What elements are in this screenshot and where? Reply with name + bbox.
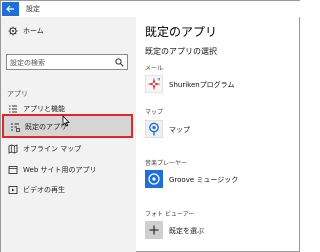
choose-default-photo-viewer-button[interactable]: 既定を選ぶ — [145, 221, 295, 239]
back-arrow-icon — [6, 5, 14, 13]
window-title: 設定 — [26, 5, 40, 13]
settings-window: 設定 ホーム アプリ アプリと機能 — [0, 0, 301, 252]
sidebar: ホーム アプリ アプリと機能 既定のアプリ — [1, 17, 136, 252]
web-app-icon — [8, 166, 18, 174]
list-icon — [9, 105, 17, 113]
app-name: Groove ミュージック — [169, 176, 239, 184]
section-label-apps: アプリ — [7, 90, 28, 98]
search-icon — [115, 58, 124, 67]
search-input[interactable] — [10, 57, 110, 68]
category-label-maps: マップ — [145, 109, 164, 116]
mouse-pointer-icon — [62, 115, 70, 127]
category-label-photo-viewer: フォト ビューアー — [145, 211, 195, 218]
back-button[interactable] — [2, 2, 19, 16]
plus-icon — [145, 221, 163, 239]
sidebar-item-apps-for-websites[interactable]: Web サイト用のアプリ — [5, 162, 133, 176]
default-maps-app-button[interactable]: マップ — [145, 120, 295, 138]
sidebar-item-label: Web サイト用のアプリ — [23, 166, 97, 174]
sidebar-item-label: ビデオの再生 — [23, 186, 65, 194]
app-name: Shurikenプログラム — [169, 81, 235, 89]
maps-app-icon — [145, 120, 163, 138]
default-music-app-button[interactable]: Groove ミュージック — [145, 170, 295, 188]
sidebar-item-offline-maps[interactable]: オフライン マップ — [5, 141, 133, 155]
main-content: 既定のアプリ 既定のアプリの選択 メール Shurikenプログラム マップ マ… — [136, 17, 300, 252]
sidebar-item-apps-features[interactable]: アプリと機能 — [5, 101, 133, 115]
title-bar: 設定 — [1, 1, 301, 17]
default-email-app-button[interactable]: Shurikenプログラム — [145, 75, 295, 93]
sidebar-item-label: オフライン マップ — [23, 145, 82, 153]
sidebar-item-video-playback[interactable]: ビデオの再生 — [5, 182, 133, 196]
gear-icon — [8, 26, 18, 36]
sidebar-item-label: ホーム — [23, 27, 44, 35]
app-name: 既定を選ぶ — [169, 227, 204, 235]
page-subtitle: 既定のアプリの選択 — [145, 47, 217, 56]
page-title: 既定のアプリ — [145, 25, 218, 39]
sidebar-item-label: 既定のアプリ — [25, 123, 67, 131]
sidebar-item-label: アプリと機能 — [23, 105, 65, 113]
search-box[interactable] — [6, 54, 128, 70]
shuriken-app-icon — [145, 75, 163, 93]
groove-music-icon — [145, 170, 163, 188]
video-icon — [8, 186, 18, 194]
offline-map-icon — [8, 144, 18, 154]
app-name: マップ — [169, 126, 190, 134]
category-label-email: メール — [145, 65, 164, 72]
sidebar-item-home[interactable]: ホーム — [5, 23, 133, 37]
category-label-music-player: 音楽プレーヤー — [145, 160, 188, 167]
default-apps-icon — [11, 123, 20, 132]
